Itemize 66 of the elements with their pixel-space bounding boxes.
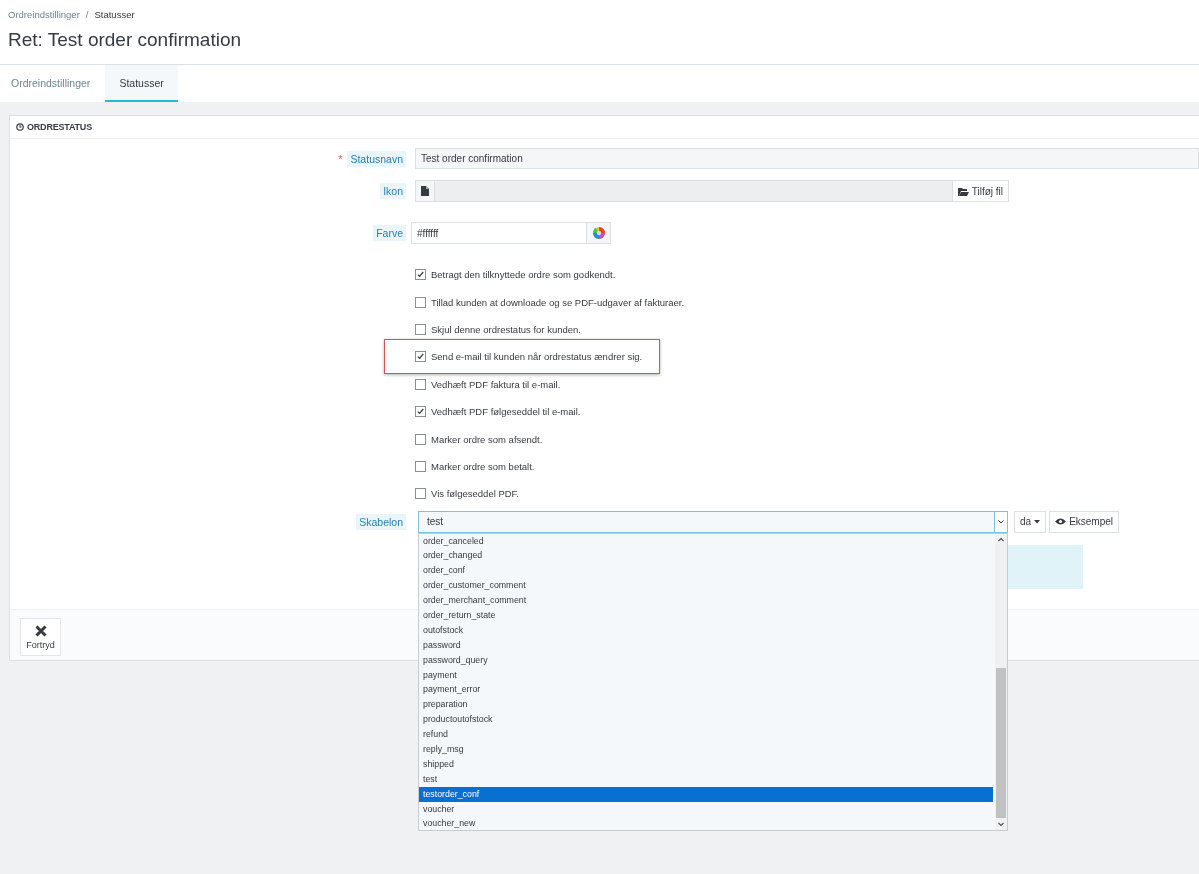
scrollbar[interactable] <box>995 533 1007 830</box>
checkbox[interactable] <box>415 351 426 363</box>
dropdown-option[interactable]: order_conf <box>419 563 993 579</box>
eye-icon <box>1055 518 1067 525</box>
dropdown-option[interactable]: password_query <box>419 652 993 668</box>
checkbox[interactable] <box>415 269 426 281</box>
checkbox-label: Skjul denne ordrestatus for kunden. <box>431 323 581 335</box>
dropdown-option[interactable]: voucher_new <box>419 816 993 832</box>
page-title: Ret: Test order confirmation <box>8 29 243 51</box>
checkbox-label: Vis følgeseddel PDF. <box>431 488 519 500</box>
breadcrumb-item[interactable]: Ordreindstillinger <box>8 9 80 20</box>
field-label: Ikon <box>380 183 406 199</box>
dropdown-option[interactable]: preparation <box>419 697 993 713</box>
color-wheel-icon[interactable] <box>592 227 605 239</box>
dropdown-option[interactable]: order_customer_comment <box>419 578 993 594</box>
dropdown-option[interactable]: refund <box>419 727 993 742</box>
checkbox-label: Betragt den tilknyttede ordre som godkendt. <box>431 269 616 281</box>
dropdown-option[interactable]: order_return_state <box>419 607 993 623</box>
panel-title: ORDRESTATUS <box>27 122 92 132</box>
checkbox[interactable] <box>415 296 426 308</box>
dropdown-option[interactable]: payment_error <box>419 682 993 698</box>
dropdown-option[interactable]: reply_msg <box>419 742 993 757</box>
checkbox-label: Marker ordre som betalt. <box>431 460 535 472</box>
checkbox-label: Send e-mail til kunden når ordrestatus ændrer sig. <box>431 351 643 363</box>
dropdown-option[interactable]: productoutofstock <box>419 712 993 728</box>
checkbox-label: Vedhæft PDF følgeseddel til e-mail. <box>431 406 581 418</box>
file-field[interactable] <box>435 180 952 202</box>
checkbox-label: Marker ordre som afsendt. <box>431 433 543 445</box>
cancel-button[interactable]: Fortryd <box>20 618 61 656</box>
dropdown-option[interactable]: test <box>419 771 993 787</box>
caret-icon <box>1034 519 1041 524</box>
breadcrumb-item: Statusser <box>94 9 135 20</box>
field-label: Skabelon <box>356 513 406 530</box>
required-mark: * <box>338 152 343 165</box>
close-icon <box>34 624 47 637</box>
checkbox[interactable] <box>415 460 426 472</box>
dropdown-option[interactable]: order_merchant_comment <box>419 593 993 608</box>
clock-icon <box>16 123 24 131</box>
language-dropdown[interactable]: da <box>1014 510 1047 533</box>
checkbox[interactable] <box>415 488 426 500</box>
tab[interactable]: Statusser <box>105 65 178 102</box>
dropdown-option[interactable]: shipped <box>419 756 993 772</box>
checkbox-label: Tillad kunden at downloade og se PDF-udgaver af fakturaer. <box>431 296 685 308</box>
status-name-field[interactable]: Test order confirmation <box>415 148 1199 169</box>
chevron-down-icon <box>998 519 1004 524</box>
field-label: Statusnavn <box>347 150 406 167</box>
dropdown-option[interactable]: payment <box>419 667 993 683</box>
dropdown-option[interactable]: voucher <box>419 801 993 817</box>
breadcrumb-separator: / <box>85 9 89 20</box>
checkbox-label: Vedhæft PDF faktura til e-mail. <box>431 378 561 390</box>
tab[interactable]: Ordreindstillinger <box>0 65 106 102</box>
dropdown-option[interactable]: order_canceled <box>419 533 993 549</box>
checkbox[interactable] <box>415 323 426 335</box>
dropdown-option[interactable]: order_changed <box>419 548 993 564</box>
dropdown-option[interactable]: password <box>419 637 993 653</box>
color-field[interactable]: #ffffff <box>411 222 587 244</box>
checkbox[interactable] <box>415 378 426 390</box>
field-label: Farve <box>373 225 406 241</box>
checkbox[interactable] <box>415 433 426 445</box>
add-file-button[interactable]: Tilføj fil <box>951 180 1009 202</box>
checkbox[interactable] <box>415 406 426 418</box>
folder-icon <box>957 186 969 196</box>
preview-button[interactable]: Eksempel <box>1049 510 1120 533</box>
dropdown-option[interactable]: testorder_conf <box>419 786 993 802</box>
dropdown-option[interactable]: outofstock <box>419 622 993 638</box>
file-icon <box>421 186 429 196</box>
